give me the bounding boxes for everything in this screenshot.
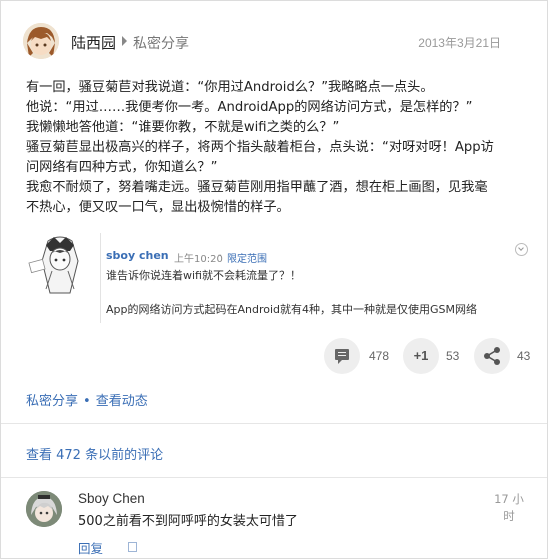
footer-separator: •: [83, 394, 91, 409]
plus-one-count: 53: [446, 349, 460, 363]
share-icon: [484, 347, 500, 365]
reshare-time[interactable]: 上午10:20: [174, 250, 223, 265]
post-line: 他说：“用过……我便考你一考。AndroidApp的网络访问方式，是怎样的？”: [26, 100, 473, 115]
comment-text: 500之前看不到阿呼呼的女装太可惜了: [78, 514, 298, 529]
reshare-scope[interactable]: 限定范围: [227, 250, 267, 265]
footer-links: 私密分享 • 查看动态: [26, 390, 148, 409]
share-count: 43: [517, 349, 531, 363]
post-line: 我愈不耐烦了，努着嘴走远。骚豆菊苣刚用指甲蘸了酒，想在柜上画图，见我毫: [26, 180, 488, 195]
view-activity-link[interactable]: 查看动态: [96, 394, 148, 409]
comment-time-line: 时: [503, 509, 515, 523]
post-line: 有一回，骚豆菊苣对我说道：“你用过Android么？”我略略点一点头。: [26, 80, 434, 95]
reshare-text-line: 谁告诉你说连着wifi就不会耗流量了？！: [106, 269, 301, 282]
scope-link[interactable]: 私密分享: [26, 394, 78, 409]
comment-checkbox-icon[interactable]: [128, 542, 137, 552]
comment-button[interactable]: [324, 338, 360, 374]
reply-link[interactable]: 回复: [78, 538, 103, 557]
post-scope[interactable]: 私密分享: [133, 33, 189, 53]
plus-one-icon: +1: [413, 348, 429, 363]
chevron-down-icon[interactable]: [515, 243, 528, 256]
plus-one-button[interactable]: +1: [403, 338, 439, 374]
commenter-avatar[interactable]: [26, 491, 62, 527]
reshare-text-line: App的网络访问方式起码在Android就有4种，其中一种就是仅使用GSM网络: [106, 303, 478, 316]
divider: [1, 423, 547, 424]
author-name[interactable]: 陆西园: [71, 32, 116, 53]
comment-time-line: 17 小: [494, 492, 524, 506]
post-line: 不热心，便又叹一口气，显出极惋惜的样子。: [26, 200, 290, 215]
post-date[interactable]: 2013年3月21日: [418, 34, 501, 51]
author-avatar[interactable]: [23, 23, 59, 59]
reshare-author-avatar[interactable]: [26, 233, 94, 299]
caret-right-icon: [122, 36, 127, 46]
post-card: 陆西园 私密分享 2013年3月21日 有一回，骚豆菊苣对我说道：“你用过And…: [0, 0, 548, 559]
action-bar: 478 +1 53 43: [1, 338, 547, 374]
reshared-post: sboy chen 上午10:20 - 限定范围 谁告诉你说连着wifi就不会耗…: [26, 233, 536, 323]
view-older-comments-link[interactable]: 查看 472 条以前的评论: [26, 444, 163, 463]
post-line: 骚豆菊苣显出极高兴的样子，将两个指头敲着柜台，点头说：“对呀对呀！App访: [26, 140, 494, 155]
comment-author[interactable]: Sboy Chen: [78, 491, 145, 506]
reshare-divider: [100, 233, 101, 323]
share-button[interactable]: [474, 338, 510, 374]
post-line: 我懒懒地答他道：“谁要你教，不就是wifi之类的么？”: [26, 120, 340, 135]
comment-time: 17 小 时: [489, 491, 529, 525]
comment-count: 478: [369, 349, 390, 363]
post-header: 陆西园 私密分享 2013年3月21日: [23, 23, 535, 63]
post-body: 有一回，骚豆菊苣对我说道：“你用过Android么？”我略略点一点头。 他说：“…: [26, 78, 526, 218]
post-line: 问网络有四种方式，你知道么？”: [26, 160, 218, 175]
comment-bubble-icon: [335, 349, 349, 364]
divider: [1, 477, 547, 478]
reshare-separator: -: [218, 250, 222, 261]
reshare-author-name[interactable]: sboy chen: [106, 249, 169, 262]
